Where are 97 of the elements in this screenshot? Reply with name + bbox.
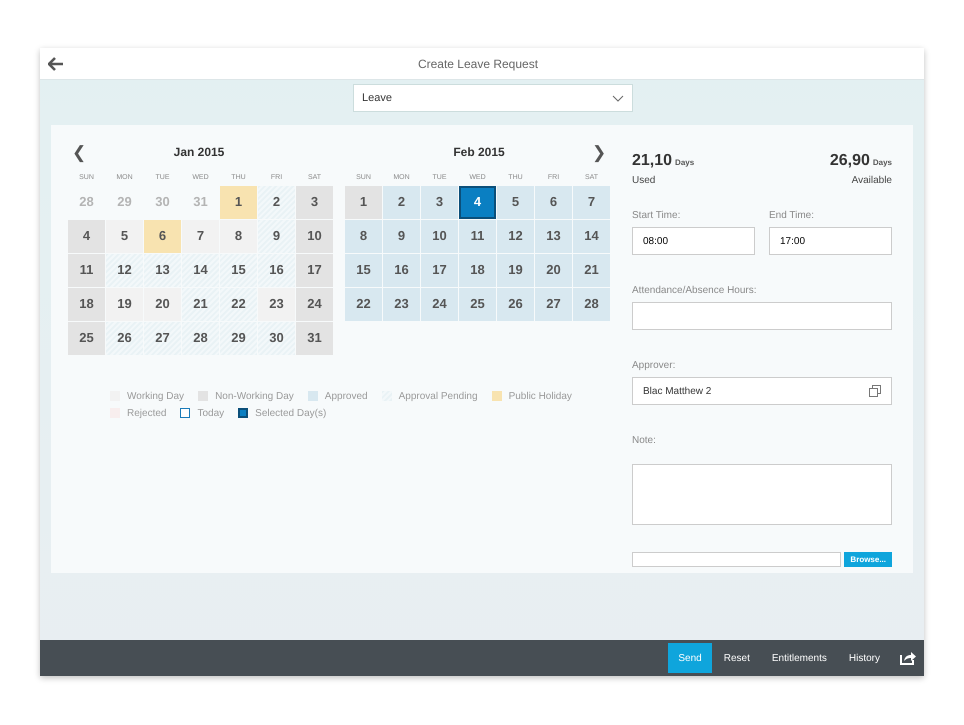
calendar-nav-button[interactable]: ❮ xyxy=(68,144,90,160)
day-cell[interactable]: 21 xyxy=(182,288,219,320)
day-cell[interactable]: 7 xyxy=(182,220,219,252)
day-cell[interactable]: 13 xyxy=(535,220,572,252)
day-cell[interactable]: 15 xyxy=(345,254,382,286)
day-cell[interactable]: 2 xyxy=(383,186,420,218)
file-path-field[interactable] xyxy=(632,552,842,567)
day-cell[interactable]: 23 xyxy=(258,288,295,320)
day-cell[interactable]: 22 xyxy=(345,288,382,320)
day-cell[interactable]: 30 xyxy=(258,322,295,354)
day-cell[interactable]: 1 xyxy=(345,186,382,218)
day-cell[interactable]: 20 xyxy=(535,254,572,286)
day-cell[interactable]: 7 xyxy=(573,186,610,218)
day-cell[interactable]: 11 xyxy=(68,254,105,286)
day-cell[interactable]: 16 xyxy=(383,254,420,286)
share-icon[interactable] xyxy=(900,651,916,665)
day-cell[interactable]: 25 xyxy=(68,322,105,354)
day-cell[interactable]: 16 xyxy=(258,254,295,286)
value-help-icon[interactable] xyxy=(869,385,881,397)
chevron-down-icon xyxy=(612,94,624,102)
day-cell[interactable]: 29 xyxy=(220,322,257,354)
day-cell[interactable]: 23 xyxy=(383,288,420,320)
back-arrow-icon[interactable] xyxy=(48,56,64,70)
legend-label: Today xyxy=(197,406,224,420)
day-cell[interactable]: 14 xyxy=(182,254,219,286)
balance-unit: Days xyxy=(675,158,694,167)
day-cell[interactable]: 10 xyxy=(421,220,458,252)
day-cell[interactable]: 4 xyxy=(459,186,496,218)
page-title: Create Leave Request xyxy=(416,56,540,72)
field-label: Approver: xyxy=(632,359,676,373)
day-cell[interactable]: 31 xyxy=(296,322,333,354)
day-cell[interactable]: 26 xyxy=(106,322,143,354)
day-cell[interactable]: 19 xyxy=(106,288,143,320)
month-title: Jan 2015 xyxy=(172,144,226,161)
day-cell[interactable]: 13 xyxy=(144,254,181,286)
day-cell[interactable]: 6 xyxy=(144,220,181,252)
day-cell[interactable]: 24 xyxy=(296,288,333,320)
legend-label: Public Holiday xyxy=(508,390,572,404)
day-cell[interactable]: 18 xyxy=(459,254,496,286)
hours-field[interactable] xyxy=(632,302,892,330)
day-cell[interactable]: 2 xyxy=(258,186,295,218)
time-field[interactable]: 17:00 xyxy=(769,227,892,255)
day-cell[interactable]: 11 xyxy=(459,220,496,252)
day-cell[interactable]: 5 xyxy=(497,186,534,218)
day-cell[interactable]: 19 xyxy=(497,254,534,286)
day-cell[interactable]: 24 xyxy=(421,288,458,320)
legend-label: Rejected xyxy=(127,406,166,420)
legend-label: Selected Day(s) xyxy=(255,406,326,420)
day-cell[interactable]: 3 xyxy=(421,186,458,218)
day-cell[interactable]: 10 xyxy=(296,220,333,252)
balance-caption: Used xyxy=(632,174,656,188)
day-cell[interactable]: 25 xyxy=(459,288,496,320)
footer-button[interactable]: History xyxy=(838,643,890,673)
time-field[interactable]: 08:00 xyxy=(632,227,755,255)
legend-label: Non-Working Day xyxy=(215,390,294,404)
day-cell[interactable]: 21 xyxy=(573,254,610,286)
day-cell[interactable]: 8 xyxy=(220,220,257,252)
day-cell[interactable]: 9 xyxy=(258,220,295,252)
field-label: Note: xyxy=(632,434,657,448)
day-cell[interactable]: 28 xyxy=(182,322,219,354)
leave-type-dropdown[interactable]: Leave xyxy=(353,84,633,112)
day-cell[interactable]: 15 xyxy=(220,254,257,286)
footer-button[interactable]: Reset xyxy=(714,643,760,673)
day-cell[interactable]: 9 xyxy=(383,220,420,252)
day-cell[interactable]: 3 xyxy=(296,186,333,218)
day-cell[interactable]: 1 xyxy=(220,186,257,218)
day-cell[interactable]: 27 xyxy=(144,322,181,354)
balance-value: 21,10 xyxy=(632,152,672,169)
legend-label: Approved xyxy=(324,390,368,404)
balance-unit: Days xyxy=(872,158,892,167)
day-cell[interactable]: 17 xyxy=(296,254,333,286)
legend-label: Working Day xyxy=(127,390,184,404)
day-cell[interactable]: 17 xyxy=(421,254,458,286)
day-cell[interactable]: 6 xyxy=(535,186,572,218)
field-label: End Time: xyxy=(769,209,816,223)
day-cell[interactable]: 18 xyxy=(68,288,105,320)
field-label: Attendance/Absence Hours: xyxy=(632,284,758,298)
balance-value: 26,90 xyxy=(830,152,870,169)
day-cell[interactable]: 4 xyxy=(68,220,105,252)
day-cell[interactable]: 26 xyxy=(497,288,534,320)
legend-label: Approval Pending xyxy=(398,390,478,404)
day-cell[interactable]: 12 xyxy=(106,254,143,286)
day-cell[interactable]: 22 xyxy=(220,288,257,320)
month-title: Feb 2015 xyxy=(452,144,506,161)
balance-caption: Available xyxy=(850,174,892,188)
footer-button[interactable]: Entitlements xyxy=(762,643,837,673)
day-cell[interactable]: 8 xyxy=(345,220,382,252)
approver-field[interactable]: Blac Matthew 2 xyxy=(632,377,892,405)
day-cell[interactable]: 12 xyxy=(497,220,534,252)
day-cell[interactable]: 5 xyxy=(106,220,143,252)
day-cell[interactable]: 28 xyxy=(573,288,610,320)
day-cell[interactable]: 14 xyxy=(573,220,610,252)
day-cell[interactable]: 20 xyxy=(144,288,181,320)
note-field[interactable] xyxy=(632,464,892,525)
field-label: Start Time: xyxy=(632,209,682,223)
day-cell[interactable]: 27 xyxy=(535,288,572,320)
calendar-nav-button[interactable]: ❯ xyxy=(588,144,610,160)
